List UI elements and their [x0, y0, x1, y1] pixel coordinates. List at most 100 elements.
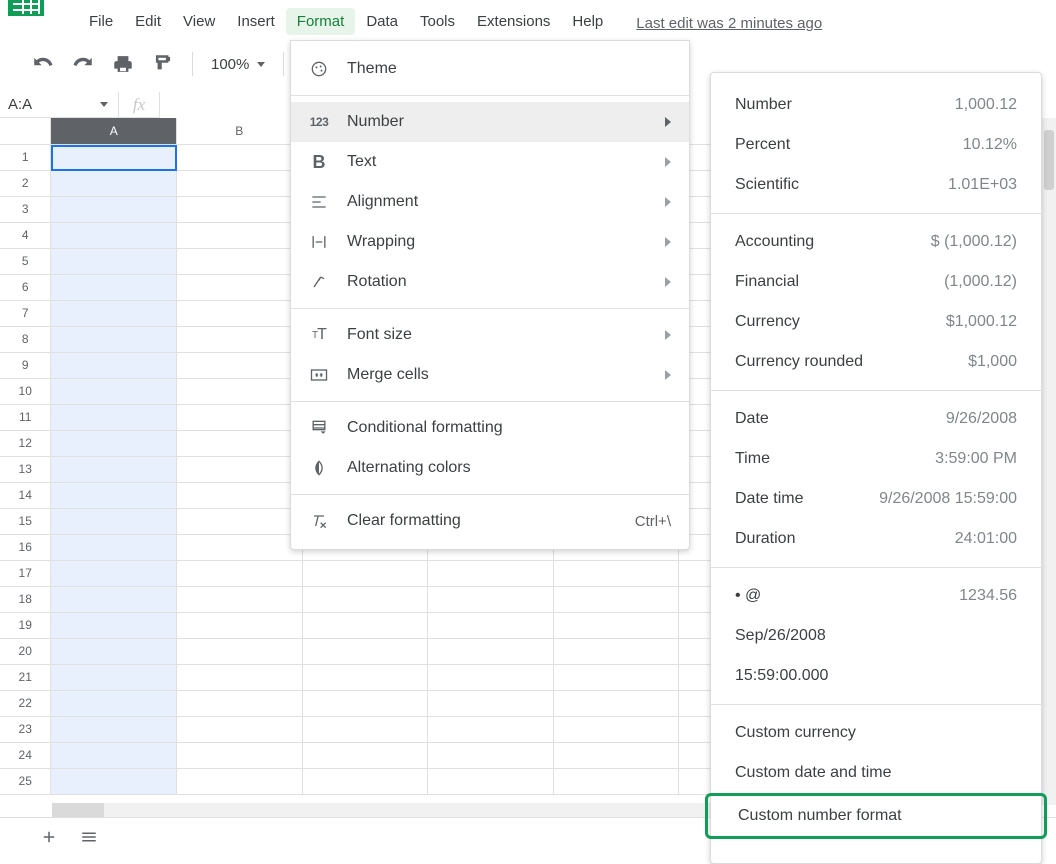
cell[interactable]: [51, 457, 177, 483]
row-header[interactable]: 12: [0, 431, 51, 457]
row-header[interactable]: 15: [0, 509, 51, 535]
cell[interactable]: [51, 301, 177, 327]
cell[interactable]: [177, 483, 303, 509]
cell[interactable]: [428, 665, 554, 691]
cell[interactable]: [51, 743, 177, 769]
row-header[interactable]: 3: [0, 197, 51, 223]
row-header[interactable]: 7: [0, 301, 51, 327]
cell[interactable]: [303, 691, 429, 717]
menu-data[interactable]: Data: [355, 8, 409, 35]
add-sheet-button[interactable]: [40, 828, 58, 851]
number-format-custom-date-and-time[interactable]: Custom date and time: [711, 753, 1041, 793]
print-icon[interactable]: [112, 53, 134, 75]
number-format-duration[interactable]: Duration24:01:00: [711, 519, 1041, 559]
cell[interactable]: [51, 275, 177, 301]
menu-item-merge-cells[interactable]: Merge cells: [291, 355, 689, 395]
number-format-accounting[interactable]: Accounting$ (1,000.12): [711, 222, 1041, 262]
cell[interactable]: [51, 379, 177, 405]
cell[interactable]: [51, 171, 177, 197]
menu-item-alternating-colors[interactable]: Alternating colors: [291, 448, 689, 488]
cell[interactable]: [177, 665, 303, 691]
row-header[interactable]: 25: [0, 769, 51, 795]
cell[interactable]: [177, 639, 303, 665]
redo-icon[interactable]: [72, 53, 94, 75]
cell[interactable]: [554, 561, 680, 587]
row-header[interactable]: 19: [0, 613, 51, 639]
row-header[interactable]: 20: [0, 639, 51, 665]
number-format-recent[interactable]: Sep/26/2008: [711, 616, 1041, 656]
cell[interactable]: [303, 639, 429, 665]
cell[interactable]: [177, 223, 303, 249]
cell[interactable]: [303, 613, 429, 639]
menu-help[interactable]: Help: [561, 8, 614, 35]
cell[interactable]: [177, 561, 303, 587]
menu-view[interactable]: View: [172, 8, 226, 35]
cell[interactable]: [554, 587, 680, 613]
cell[interactable]: [51, 145, 177, 171]
cell[interactable]: [428, 561, 554, 587]
row-header[interactable]: 14: [0, 483, 51, 509]
col-header-B[interactable]: B: [177, 118, 303, 144]
row-header[interactable]: 5: [0, 249, 51, 275]
cell[interactable]: [303, 665, 429, 691]
menu-item-font-size[interactable]: TT Font size: [291, 315, 689, 355]
cell[interactable]: [554, 717, 680, 743]
cell[interactable]: [177, 691, 303, 717]
cell[interactable]: [51, 665, 177, 691]
number-format-recent[interactable]: • @1234.56: [711, 576, 1041, 616]
menu-format[interactable]: Format: [286, 8, 356, 35]
cell[interactable]: [177, 769, 303, 795]
menu-item-alignment[interactable]: Alignment: [291, 182, 689, 222]
cell[interactable]: [428, 743, 554, 769]
row-header[interactable]: 11: [0, 405, 51, 431]
row-header[interactable]: 4: [0, 223, 51, 249]
cell[interactable]: [177, 743, 303, 769]
cell[interactable]: [428, 717, 554, 743]
menu-item-rotation[interactable]: Rotation: [291, 262, 689, 302]
cell[interactable]: [177, 535, 303, 561]
cell[interactable]: [177, 171, 303, 197]
number-format-scientific[interactable]: Scientific1.01E+03: [711, 165, 1041, 205]
cell[interactable]: [51, 717, 177, 743]
number-format-percent[interactable]: Percent10.12%: [711, 125, 1041, 165]
menu-item-text[interactable]: B Text: [291, 142, 689, 182]
cell[interactable]: [51, 327, 177, 353]
number-format-custom-currency[interactable]: Custom currency: [711, 713, 1041, 753]
menu-tools[interactable]: Tools: [409, 8, 466, 35]
cell[interactable]: [177, 275, 303, 301]
col-header-A[interactable]: A: [51, 118, 177, 144]
menu-item-number[interactable]: 123 Number: [291, 102, 689, 142]
cell[interactable]: [51, 197, 177, 223]
row-header[interactable]: 18: [0, 587, 51, 613]
cell[interactable]: [177, 145, 303, 171]
cell[interactable]: [303, 717, 429, 743]
cell[interactable]: [554, 691, 680, 717]
cell[interactable]: [177, 717, 303, 743]
cell[interactable]: [303, 561, 429, 587]
menu-item-wrapping[interactable]: Wrapping: [291, 222, 689, 262]
cell[interactable]: [51, 483, 177, 509]
cell[interactable]: [177, 353, 303, 379]
cell[interactable]: [51, 691, 177, 717]
row-header[interactable]: 16: [0, 535, 51, 561]
row-header[interactable]: 17: [0, 561, 51, 587]
row-header[interactable]: 2: [0, 171, 51, 197]
select-all-corner[interactable]: [0, 118, 51, 144]
menu-insert[interactable]: Insert: [226, 8, 286, 35]
cell[interactable]: [177, 613, 303, 639]
row-header[interactable]: 13: [0, 457, 51, 483]
cell[interactable]: [177, 249, 303, 275]
menu-file[interactable]: File: [78, 8, 124, 35]
cell[interactable]: [428, 769, 554, 795]
cell[interactable]: [177, 405, 303, 431]
cell[interactable]: [51, 509, 177, 535]
cell[interactable]: [428, 613, 554, 639]
cell[interactable]: [303, 743, 429, 769]
number-format-time[interactable]: Time3:59:00 PM: [711, 439, 1041, 479]
last-edit-link[interactable]: Last edit was 2 minutes ago: [636, 10, 822, 32]
menu-extensions[interactable]: Extensions: [466, 8, 561, 35]
cell[interactable]: [51, 561, 177, 587]
menu-item-conditional-formatting[interactable]: Conditional formatting: [291, 408, 689, 448]
cell[interactable]: [51, 769, 177, 795]
number-format-currency-rounded[interactable]: Currency rounded$1,000: [711, 342, 1041, 382]
